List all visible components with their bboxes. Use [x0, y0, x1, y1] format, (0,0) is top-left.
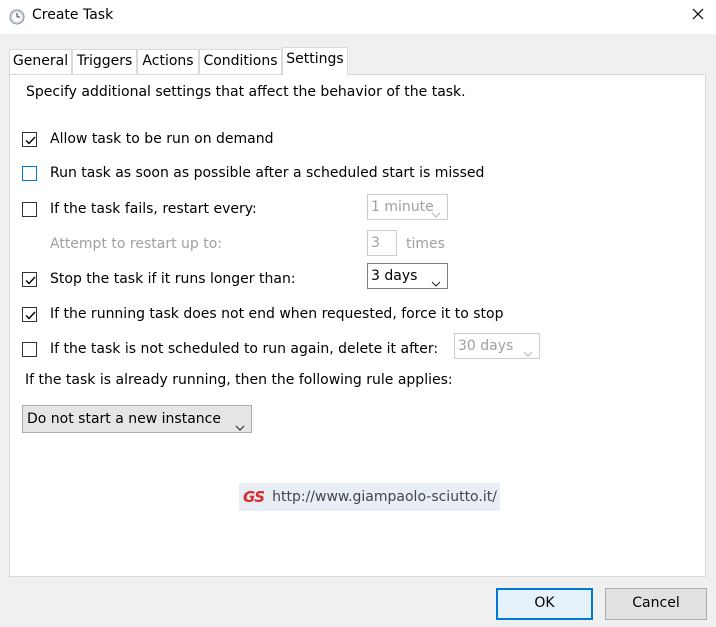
chevron-down-icon [431, 272, 441, 288]
checkmark-icon [25, 311, 36, 320]
watermark-url: http://www.giampaolo-sciutto.it/ [272, 489, 497, 505]
run-asap-label: Run task as soon as possible after a sch… [50, 165, 485, 181]
close-icon [692, 8, 704, 24]
restart-interval-value: 1 minute [371, 199, 434, 215]
stop-if-longer-label: Stop the task if it runs longer than: [50, 271, 296, 287]
allow-on-demand-row: Allow task to be run on demand [22, 128, 274, 150]
run-asap-checkbox[interactable] [22, 165, 37, 181]
delete-after-value: 30 days [458, 338, 514, 354]
chevron-down-icon [431, 203, 441, 219]
chevron-down-icon [523, 342, 533, 358]
delete-after-row: If the task is not scheduled to run agai… [22, 338, 438, 360]
restart-on-fail-label: If the task fails, restart every: [50, 201, 257, 217]
tab-settings[interactable]: Settings [282, 47, 348, 75]
force-stop-checkbox[interactable] [22, 306, 37, 322]
cancel-button[interactable]: Cancel [605, 588, 707, 620]
restart-on-fail-row: If the task fails, restart every: [22, 198, 257, 220]
chevron-down-icon [235, 415, 245, 441]
settings-description: Specify additional settings that affect … [26, 84, 466, 100]
tab-triggers[interactable]: Triggers [72, 49, 137, 74]
checkmark-icon [25, 276, 36, 285]
restart-on-fail-checkbox[interactable] [22, 201, 37, 217]
watermark: GS http://www.giampaolo-sciutto.it/ [239, 483, 500, 511]
force-stop-row: If the running task does not end when re… [22, 303, 504, 325]
checkmark-icon [25, 136, 36, 145]
restart-interval-select[interactable]: 1 minute [367, 194, 448, 220]
clock-icon [9, 9, 25, 25]
tab-actions[interactable]: Actions [137, 49, 199, 74]
settings-panel: Specify additional settings that affect … [9, 74, 706, 577]
delete-after-select[interactable]: 30 days [454, 333, 540, 359]
delete-after-checkbox[interactable] [22, 341, 37, 357]
delete-after-label: If the task is not scheduled to run agai… [50, 341, 439, 357]
run-asap-row: Run task as soon as possible after a sch… [22, 162, 484, 184]
title-bar: Create Task [0, 0, 716, 34]
restart-attempts-label: Attempt to restart up to: [50, 236, 222, 252]
stop-duration-select[interactable]: 3 days [367, 263, 448, 289]
running-rule-label: If the task is already running, then the… [25, 372, 453, 388]
restart-attempts-unit: times [406, 236, 445, 252]
allow-on-demand-label: Allow task to be run on demand [50, 131, 274, 147]
running-rule-select[interactable]: Do not start a new instance [22, 405, 252, 433]
ok-button[interactable]: OK [496, 588, 593, 620]
stop-if-longer-checkbox[interactable] [22, 271, 37, 287]
restart-attempts-input[interactable]: 3 [367, 230, 397, 256]
force-stop-label: If the running task does not end when re… [50, 306, 504, 322]
close-button[interactable] [680, 0, 716, 32]
stop-if-longer-row: Stop the task if it runs longer than: [22, 268, 296, 290]
gs-logo: GS [243, 488, 265, 506]
tab-conditions[interactable]: Conditions [199, 49, 282, 74]
tab-general[interactable]: General [9, 49, 72, 74]
stop-duration-value: 3 days [371, 268, 418, 284]
allow-on-demand-checkbox[interactable] [22, 131, 37, 147]
running-rule-value: Do not start a new instance [27, 411, 221, 427]
window-title: Create Task [32, 7, 114, 23]
